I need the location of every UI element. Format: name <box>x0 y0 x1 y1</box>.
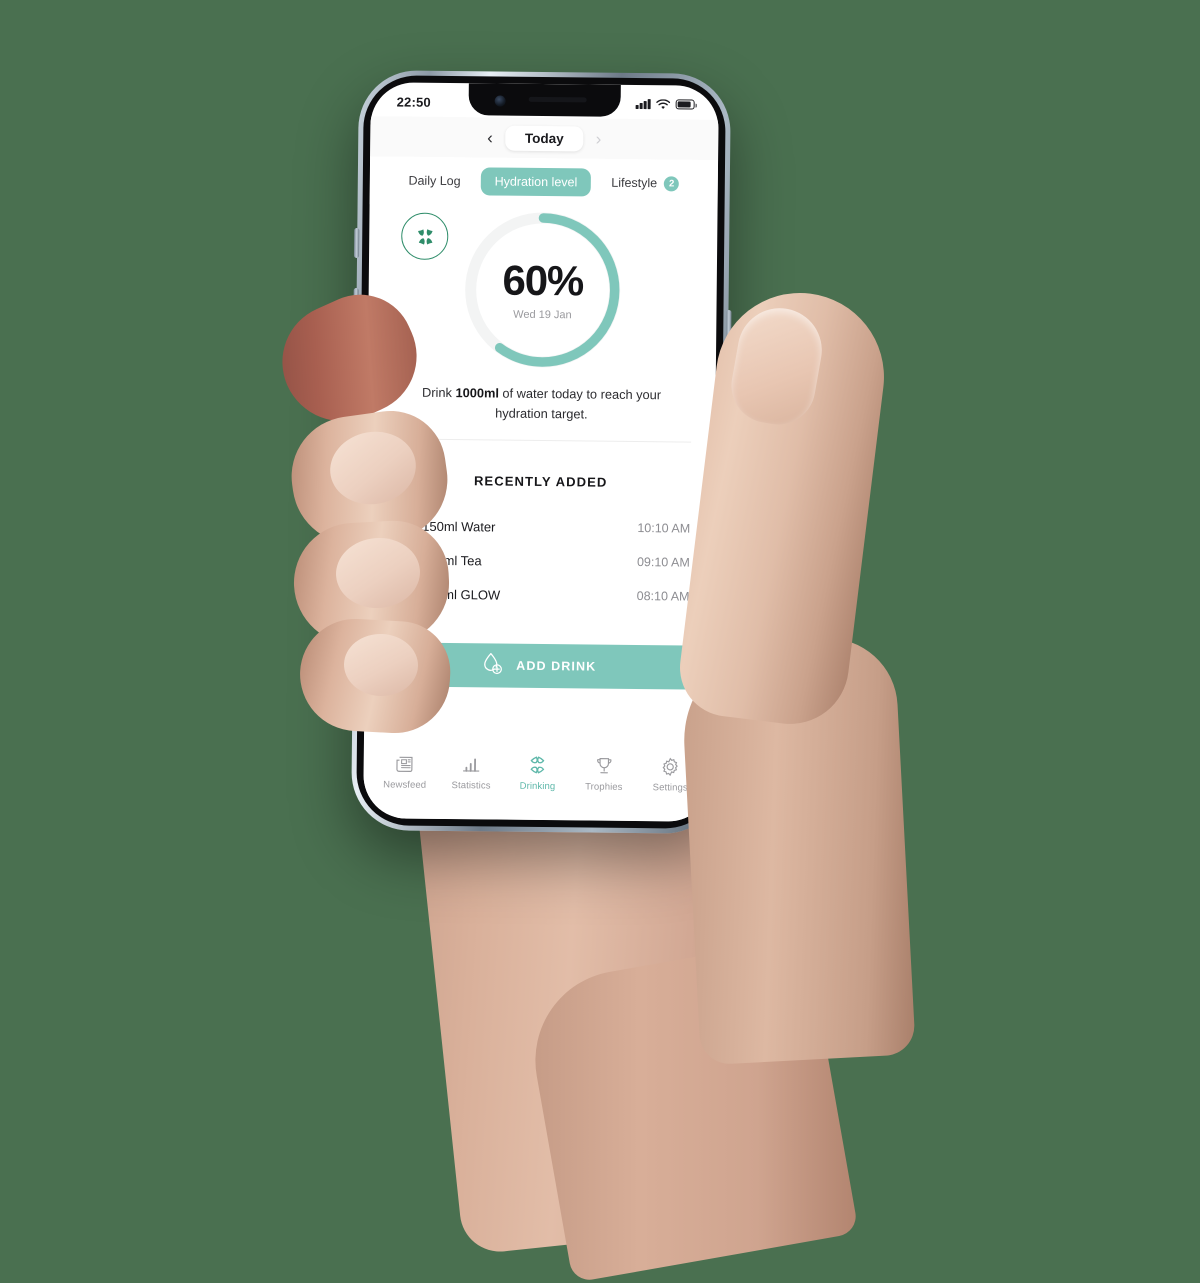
glow-blob-icon <box>389 583 409 604</box>
bottom-navigation: Newsfeed Statistics Drinking Trophies Se… <box>363 744 712 822</box>
section-divider <box>391 438 692 443</box>
recently-added-list: 150ml Water 10:10 AM 250ml Tea 09:10 AM <box>389 508 690 613</box>
tab-lifestyle[interactable]: Lifestyle 2 <box>609 168 681 198</box>
chevron-right-icon[interactable]: › <box>596 129 602 148</box>
tab-lifestyle-label: Lifestyle <box>611 175 658 191</box>
signal-bars-icon <box>635 99 651 110</box>
water-droplet-icon <box>390 515 410 535</box>
goal-prefix: Drink <box>422 384 456 401</box>
list-item-label: 250ml Tea <box>421 552 482 568</box>
nav-item-trophies[interactable]: Trophies <box>572 754 636 793</box>
nav-label-settings: Settings <box>652 782 688 794</box>
hydration-ring-section: 60% Wed 19 Jan <box>368 204 718 382</box>
notch <box>468 83 621 117</box>
gear-icon <box>660 755 681 777</box>
phone-screen: 22:50 ‹ Today › Daily Log Hydration leve… <box>363 82 719 822</box>
list-item-label: 600ml GLOW <box>421 586 501 603</box>
list-item-label: 150ml Water <box>422 518 496 535</box>
list-item-time: 10:10 AM <box>637 521 691 536</box>
list-item[interactable]: 600ml GLOW 08:10 AM <box>389 576 690 613</box>
status-clock: 22:50 <box>396 93 431 110</box>
status-indicators <box>635 98 695 110</box>
tea-cup-icon <box>390 549 410 569</box>
hydration-percent: 60% <box>502 256 584 304</box>
list-item-time: 09:10 AM <box>636 555 690 570</box>
lifestyle-badge: 2 <box>664 175 680 191</box>
volume-down-button[interactable] <box>352 358 358 415</box>
clover-icon <box>526 754 549 776</box>
list-item-time: 08:10 AM <box>636 589 690 604</box>
nav-label-newsfeed: Newsfeed <box>383 779 427 791</box>
phone-device: 22:50 ‹ Today › Daily Log Hydration leve… <box>351 70 732 834</box>
hydration-goal-text: Drink 1000ml of water today to reach you… <box>367 382 715 425</box>
newspaper-icon <box>394 752 415 774</box>
thumbnail <box>725 301 829 431</box>
bar-chart-icon <box>461 753 482 775</box>
tab-hydration-level[interactable]: Hydration level <box>480 167 592 197</box>
nav-item-drinking[interactable]: Drinking <box>505 754 569 793</box>
tab-daily-log[interactable]: Daily Log <box>406 167 462 196</box>
list-item[interactable]: 150ml Water 10:10 AM <box>390 508 690 545</box>
recently-added-title: RECENTLY ADDED <box>473 473 608 490</box>
power-button[interactable] <box>725 309 732 398</box>
nav-label-trophies: Trophies <box>585 781 623 793</box>
date-navigation-header: ‹ Today › <box>370 116 719 161</box>
hydration-progress-ring: 60% Wed 19 Jan <box>456 203 630 377</box>
ring-center-labels: 60% Wed 19 Jan <box>456 203 630 377</box>
list-item[interactable]: 250ml Tea 09:10 AM <box>390 542 690 579</box>
front-camera-icon <box>494 95 506 107</box>
nav-item-newsfeed[interactable]: Newsfeed <box>373 752 437 791</box>
wifi-icon <box>656 98 671 109</box>
nav-item-settings[interactable]: Settings <box>638 755 702 794</box>
nav-label-statistics: Statistics <box>451 780 491 792</box>
battery-icon <box>675 99 695 110</box>
add-drink-label: ADD DRINK <box>516 658 597 674</box>
trophy-icon <box>593 755 614 777</box>
section-tabs: Daily Log Hydration level Lifestyle 2 <box>369 156 719 208</box>
nav-label-drinking: Drinking <box>519 780 556 793</box>
nav-item-statistics[interactable]: Statistics <box>439 753 503 792</box>
earpiece-speaker <box>528 96 587 103</box>
wrist <box>521 937 859 1283</box>
chevron-left-icon[interactable]: ‹ <box>487 128 493 147</box>
current-date-pill[interactable]: Today <box>504 125 584 151</box>
droplet-plus-icon <box>481 651 503 680</box>
hydration-date: Wed 19 Jan <box>513 308 572 321</box>
goal-suffix: of water today to reach your hydration t… <box>495 385 662 422</box>
goal-amount: 1000ml <box>455 385 500 401</box>
mute-switch[interactable] <box>354 228 360 259</box>
clover-logo-icon <box>401 212 449 261</box>
volume-up-button[interactable] <box>353 288 359 345</box>
add-drink-button[interactable]: ADD DRINK <box>386 642 691 690</box>
